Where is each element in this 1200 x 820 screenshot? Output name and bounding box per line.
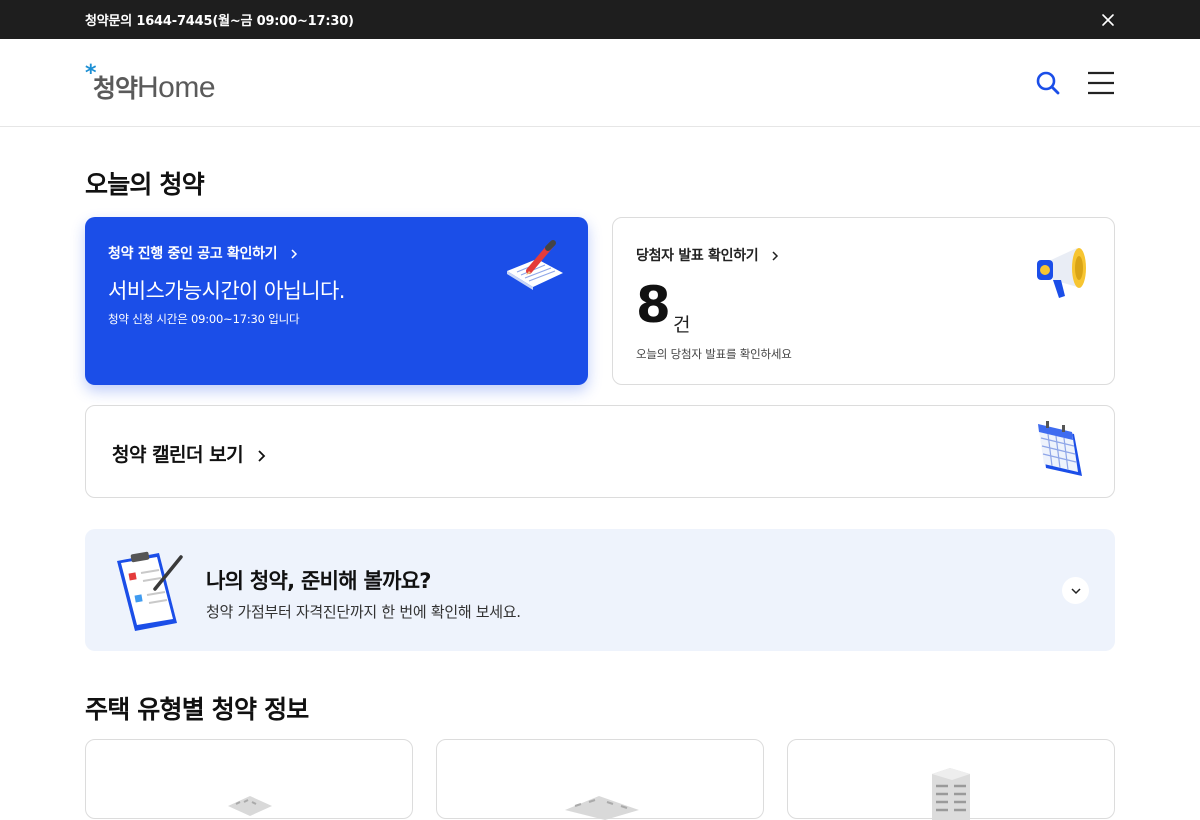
calendar-link[interactable]: 청약 캘린더 보기 — [112, 440, 266, 467]
close-icon[interactable] — [1098, 10, 1118, 30]
house-illustration-icon — [228, 796, 272, 816]
service-hours-text: 청약 신청 시간은 09:00~17:30 입니다 — [108, 312, 300, 326]
calendar-link-label: 청약 캘린더 보기 — [112, 444, 244, 466]
winner-announcement-card[interactable]: 당첨자 발표 확인하기 8 건 오늘의 당첨자 발표를 확인하세요 — [612, 217, 1115, 385]
housing-type-card-1[interactable] — [85, 739, 413, 819]
winner-announcement-sub: 오늘의 당첨자 발표를 확인하세요 — [636, 347, 792, 361]
calendar-icon — [1038, 421, 1082, 476]
ongoing-notice-link[interactable]: 청약 진행 중인 공고 확인하기 — [108, 243, 298, 263]
logo-korean: 청약 — [93, 74, 138, 103]
chevron-right-icon — [291, 249, 297, 259]
winner-announcement-link-label: 당첨자 발표 확인하기 — [636, 248, 759, 264]
apartment-complex-icon — [565, 796, 639, 820]
housing-type-card-3[interactable] — [787, 739, 1115, 820]
notice-bar: 청약문의 1644-7445(월~금 09:00~17:30) — [0, 0, 1200, 39]
application-form-pencil-icon — [507, 240, 563, 290]
megaphone-icon — [1037, 248, 1086, 298]
service-unavailable-message: 서비스가능시간이 아닙니다. — [108, 279, 345, 303]
chevron-down-icon — [1070, 587, 1081, 594]
chevron-right-icon — [258, 449, 266, 462]
housing-type-section-title: 주택 유형별 청약 정보 — [85, 695, 309, 724]
winner-count-unit: 건 — [673, 314, 691, 336]
search-icon[interactable] — [1034, 69, 1062, 97]
clipboard-checklist-icon — [117, 551, 183, 631]
subscription-calendar-card[interactable]: 청약 캘린더 보기 — [85, 405, 1115, 498]
expand-toggle-button[interactable] — [1062, 577, 1089, 604]
hamburger-menu-icon[interactable] — [1086, 69, 1116, 97]
ongoing-notice-card[interactable]: 청약 진행 중인 공고 확인하기 서비스가능시간이 아닙니다. 청약 신청 시간… — [85, 217, 588, 385]
notice-text: 청약문의 1644-7445(월~금 09:00~17:30) — [85, 14, 354, 29]
logo-star: * — [85, 61, 97, 86]
site-logo[interactable]: * 청약 Home — [85, 61, 216, 105]
today-section-title: 오늘의 청약 — [85, 170, 205, 199]
winner-announcement-link[interactable]: 당첨자 발표 확인하기 — [636, 245, 779, 265]
prep-banner-title: 나의 청약, 준비해 볼까요? — [206, 569, 431, 593]
tower-building-icon — [932, 768, 970, 820]
prep-banner-sub: 청약 가점부터 자격진단까지 한 번에 확인해 보세요. — [206, 603, 521, 621]
logo-english: Home — [137, 71, 216, 104]
ongoing-notice-link-label: 청약 진행 중인 공고 확인하기 — [108, 246, 278, 262]
site-header: * 청약 Home — [0, 39, 1200, 127]
prep-banner[interactable]: 나의 청약, 준비해 볼까요? 청약 가점부터 자격진단까지 한 번에 확인해 … — [85, 529, 1115, 651]
chevron-right-icon — [772, 251, 779, 261]
winner-count: 8 — [636, 276, 671, 334]
housing-type-card-2[interactable] — [436, 739, 764, 820]
